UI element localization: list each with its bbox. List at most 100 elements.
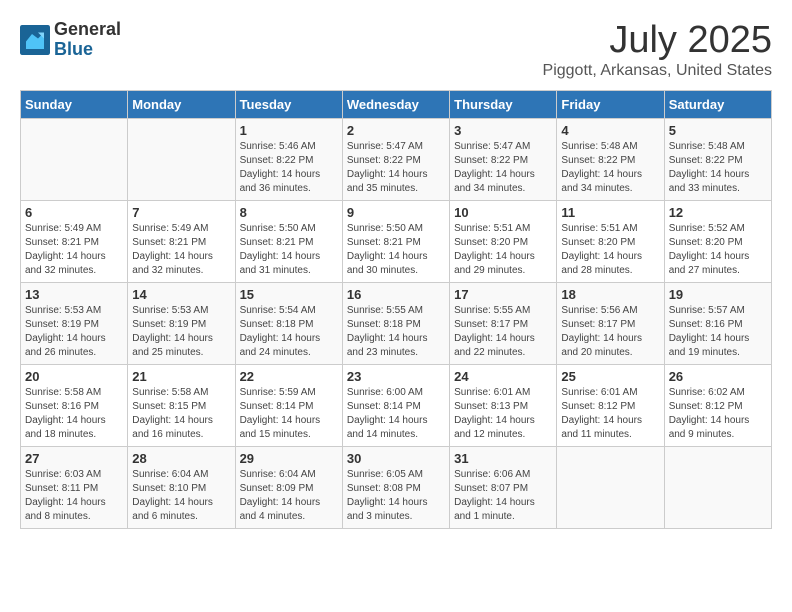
header-cell-monday: Monday bbox=[128, 90, 235, 118]
day-cell: 16 Sunrise: 5:55 AM Sunset: 8:18 PM Dayli… bbox=[342, 282, 449, 364]
day-cell: 24Sunrise: 6:01 AM Sunset: 8:13 PM Dayli… bbox=[450, 364, 557, 446]
header-cell-thursday: Thursday bbox=[450, 90, 557, 118]
day-cell: 29 Sunrise: 6:04 AM Sunset: 8:09 PM Dayli… bbox=[235, 446, 342, 528]
week-row-1: 1Sunrise: 5:46 AM Sunset: 8:22 PM Daylig… bbox=[21, 118, 772, 200]
day-number: 4 bbox=[561, 123, 659, 138]
day-cell: 15 Sunrise: 5:54 AM Sunset: 8:18 PM Dayli… bbox=[235, 282, 342, 364]
day-cell: 1Sunrise: 5:46 AM Sunset: 8:22 PM Daylig… bbox=[235, 118, 342, 200]
logo-general: General bbox=[54, 20, 121, 40]
subtitle: Piggott, Arkansas, United States bbox=[543, 62, 772, 80]
day-info: Sunrise: 5:54 AM Sunset: 8:18 PM Dayligh… bbox=[240, 305, 321, 358]
day-number: 6 bbox=[25, 205, 123, 220]
day-cell: 27 Sunrise: 6:03 AM Sunset: 8:11 PM Dayli… bbox=[21, 446, 128, 528]
day-info: Sunrise: 6:05 AM Sunset: 8:08 PM Dayligh… bbox=[347, 469, 428, 522]
header-cell-saturday: Saturday bbox=[664, 90, 771, 118]
day-cell: 20 Sunrise: 5:58 AM Sunset: 8:16 PM Dayli… bbox=[21, 364, 128, 446]
day-cell: 10 Sunrise: 5:51 AM Sunset: 8:20 PM Dayli… bbox=[450, 200, 557, 282]
day-cell: 19Sunrise: 5:57 AM Sunset: 8:16 PM Dayli… bbox=[664, 282, 771, 364]
day-info: Sunrise: 5:56 AM Sunset: 8:17 PM Dayligh… bbox=[561, 305, 642, 358]
day-cell: 23 Sunrise: 6:00 AM Sunset: 8:14 PM Dayli… bbox=[342, 364, 449, 446]
logo-text: General Blue bbox=[54, 20, 121, 60]
day-number: 27 bbox=[25, 451, 123, 466]
header-cell-tuesday: Tuesday bbox=[235, 90, 342, 118]
day-info: Sunrise: 5:47 AM Sunset: 8:22 PM Dayligh… bbox=[347, 141, 428, 194]
day-number: 11 bbox=[561, 205, 659, 220]
header-row: SundayMondayTuesdayWednesdayThursdayFrid… bbox=[21, 90, 772, 118]
day-number: 10 bbox=[454, 205, 552, 220]
day-number: 19 bbox=[669, 287, 767, 302]
day-cell: 17 Sunrise: 5:55 AM Sunset: 8:17 PM Dayli… bbox=[450, 282, 557, 364]
day-cell: 18Sunrise: 5:56 AM Sunset: 8:17 PM Dayli… bbox=[557, 282, 664, 364]
day-cell: 13Sunrise: 5:53 AM Sunset: 8:19 PM Dayli… bbox=[21, 282, 128, 364]
day-info: Sunrise: 6:03 AM Sunset: 8:11 PM Dayligh… bbox=[25, 469, 106, 522]
day-info: Sunrise: 5:51 AM Sunset: 8:20 PM Dayligh… bbox=[561, 223, 642, 276]
page-header: General Blue July 2025 Piggott, Arkansas… bbox=[20, 20, 772, 80]
day-cell: 31Sunrise: 6:06 AM Sunset: 8:07 PM Dayli… bbox=[450, 446, 557, 528]
day-cell: 3Sunrise: 5:47 AM Sunset: 8:22 PM Daylig… bbox=[450, 118, 557, 200]
day-number: 9 bbox=[347, 205, 445, 220]
day-number: 20 bbox=[25, 369, 123, 384]
day-cell: 21 Sunrise: 5:58 AM Sunset: 8:15 PM Dayli… bbox=[128, 364, 235, 446]
day-info: Sunrise: 5:53 AM Sunset: 8:19 PM Dayligh… bbox=[132, 305, 213, 358]
day-info: Sunrise: 5:49 AM Sunset: 8:21 PM Dayligh… bbox=[25, 223, 106, 276]
day-number: 22 bbox=[240, 369, 338, 384]
day-info: Sunrise: 6:04 AM Sunset: 8:09 PM Dayligh… bbox=[240, 469, 321, 522]
day-cell bbox=[128, 118, 235, 200]
day-number: 15 bbox=[240, 287, 338, 302]
day-number: 2 bbox=[347, 123, 445, 138]
day-cell bbox=[21, 118, 128, 200]
day-info: Sunrise: 5:55 AM Sunset: 8:18 PM Dayligh… bbox=[347, 305, 428, 358]
day-cell: 14 Sunrise: 5:53 AM Sunset: 8:19 PM Dayli… bbox=[128, 282, 235, 364]
day-info: Sunrise: 5:58 AM Sunset: 8:16 PM Dayligh… bbox=[25, 387, 106, 440]
day-cell: 25Sunrise: 6:01 AM Sunset: 8:12 PM Dayli… bbox=[557, 364, 664, 446]
day-number: 13 bbox=[25, 287, 123, 302]
day-info: Sunrise: 6:02 AM Sunset: 8:12 PM Dayligh… bbox=[669, 387, 750, 440]
logo-icon bbox=[20, 25, 50, 55]
day-number: 14 bbox=[132, 287, 230, 302]
calendar-body: 1Sunrise: 5:46 AM Sunset: 8:22 PM Daylig… bbox=[21, 118, 772, 528]
calendar-header: SundayMondayTuesdayWednesdayThursdayFrid… bbox=[21, 90, 772, 118]
day-info: Sunrise: 6:00 AM Sunset: 8:14 PM Dayligh… bbox=[347, 387, 428, 440]
day-number: 28 bbox=[132, 451, 230, 466]
day-cell: 7Sunrise: 5:49 AM Sunset: 8:21 PM Daylig… bbox=[128, 200, 235, 282]
main-title: July 2025 bbox=[543, 20, 772, 62]
day-cell: 12Sunrise: 5:52 AM Sunset: 8:20 PM Dayli… bbox=[664, 200, 771, 282]
day-info: Sunrise: 6:01 AM Sunset: 8:13 PM Dayligh… bbox=[454, 387, 535, 440]
day-cell: 8Sunrise: 5:50 AM Sunset: 8:21 PM Daylig… bbox=[235, 200, 342, 282]
day-cell: 6 Sunrise: 5:49 AM Sunset: 8:21 PM Daylig… bbox=[21, 200, 128, 282]
day-info: Sunrise: 5:55 AM Sunset: 8:17 PM Dayligh… bbox=[454, 305, 535, 358]
day-number: 23 bbox=[347, 369, 445, 384]
day-number: 26 bbox=[669, 369, 767, 384]
day-number: 31 bbox=[454, 451, 552, 466]
day-cell: 28Sunrise: 6:04 AM Sunset: 8:10 PM Dayli… bbox=[128, 446, 235, 528]
header-cell-sunday: Sunday bbox=[21, 90, 128, 118]
day-cell: 22Sunrise: 5:59 AM Sunset: 8:14 PM Dayli… bbox=[235, 364, 342, 446]
day-cell: 26 Sunrise: 6:02 AM Sunset: 8:12 PM Dayli… bbox=[664, 364, 771, 446]
day-info: Sunrise: 5:58 AM Sunset: 8:15 PM Dayligh… bbox=[132, 387, 213, 440]
day-cell bbox=[664, 446, 771, 528]
day-number: 29 bbox=[240, 451, 338, 466]
day-number: 12 bbox=[669, 205, 767, 220]
day-info: Sunrise: 5:49 AM Sunset: 8:21 PM Dayligh… bbox=[132, 223, 213, 276]
day-info: Sunrise: 5:46 AM Sunset: 8:22 PM Dayligh… bbox=[240, 141, 321, 194]
week-row-5: 27 Sunrise: 6:03 AM Sunset: 8:11 PM Dayli… bbox=[21, 446, 772, 528]
header-cell-friday: Friday bbox=[557, 90, 664, 118]
day-info: Sunrise: 5:47 AM Sunset: 8:22 PM Dayligh… bbox=[454, 141, 535, 194]
day-info: Sunrise: 5:51 AM Sunset: 8:20 PM Dayligh… bbox=[454, 223, 535, 276]
logo-blue: Blue bbox=[54, 40, 121, 60]
day-cell: 11 Sunrise: 5:51 AM Sunset: 8:20 PM Dayli… bbox=[557, 200, 664, 282]
day-number: 16 bbox=[347, 287, 445, 302]
day-cell: 30 Sunrise: 6:05 AM Sunset: 8:08 PM Dayli… bbox=[342, 446, 449, 528]
day-number: 21 bbox=[132, 369, 230, 384]
day-number: 30 bbox=[347, 451, 445, 466]
day-number: 17 bbox=[454, 287, 552, 302]
day-cell: 5Sunrise: 5:48 AM Sunset: 8:22 PM Daylig… bbox=[664, 118, 771, 200]
day-cell: 9Sunrise: 5:50 AM Sunset: 8:21 PM Daylig… bbox=[342, 200, 449, 282]
header-cell-wednesday: Wednesday bbox=[342, 90, 449, 118]
day-info: Sunrise: 5:50 AM Sunset: 8:21 PM Dayligh… bbox=[240, 223, 321, 276]
day-info: Sunrise: 6:01 AM Sunset: 8:12 PM Dayligh… bbox=[561, 387, 642, 440]
day-cell bbox=[557, 446, 664, 528]
week-row-2: 6 Sunrise: 5:49 AM Sunset: 8:21 PM Daylig… bbox=[21, 200, 772, 282]
day-info: Sunrise: 5:48 AM Sunset: 8:22 PM Dayligh… bbox=[561, 141, 642, 194]
logo: General Blue bbox=[20, 20, 121, 60]
